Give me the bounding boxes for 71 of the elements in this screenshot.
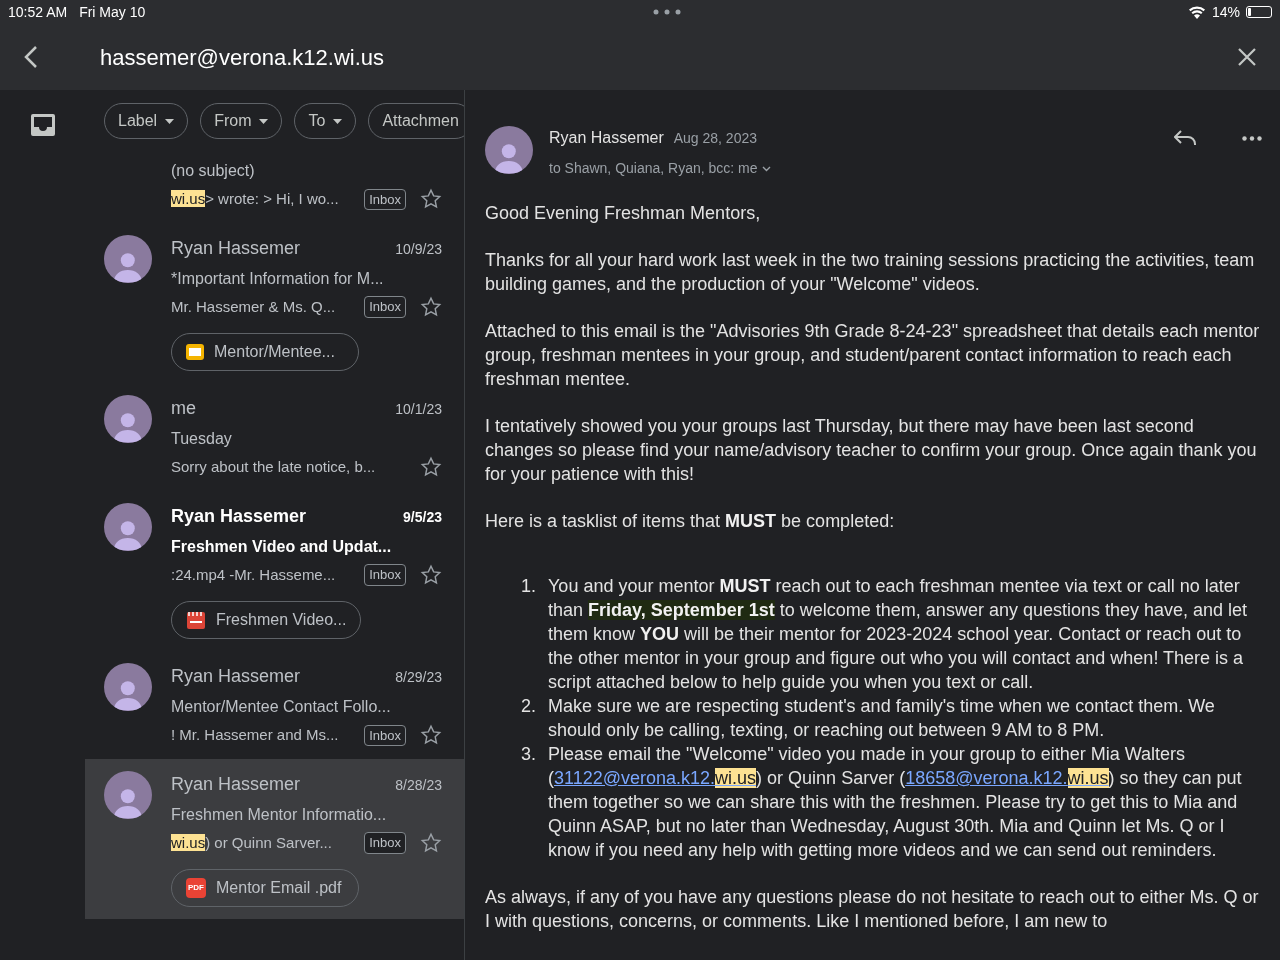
slides-icon [186, 343, 204, 361]
inbox-label: Inbox [364, 832, 406, 854]
message-subject: Mentor/Mentee Contact Follo... [171, 697, 392, 717]
star-icon[interactable] [420, 831, 442, 854]
sender-name: Ryan Hassemer [171, 665, 301, 688]
email-link[interactable]: 18658@verona.k12.wi.us [905, 768, 1109, 788]
message-subject: Freshmen Mentor Informatio... [171, 804, 388, 825]
email-paragraph: As always, if any of you have any questions please do not hesitate to reach out to either Ms. Q or I with questions, concerns, or comments. Like I mentioned before, I am new to [485, 886, 1260, 933]
email-paragraph: Thanks for all your hard work last week in the two training sessions practicing the activities, team building games, and the production of your "Welcome" videos. [485, 249, 1256, 296]
sender-name: Ryan Hassemer [171, 772, 301, 796]
message-subject: (no subject) [171, 161, 256, 181]
inbox-label: Inbox [364, 724, 406, 746]
star-icon[interactable] [420, 456, 442, 479]
email-sender: Ryan Hassemer [549, 128, 664, 148]
message-date: 10/9/23 [395, 239, 442, 259]
caret-icon [165, 118, 175, 124]
message-date: 8/29/23 [395, 668, 442, 687]
battery-percent: 14% [1211, 2, 1240, 22]
message-subject: *Important Information for M... [171, 268, 385, 289]
more-dots-icon [652, 9, 681, 15]
message-subject: Freshmen Video and Updat... [171, 536, 393, 557]
message-row[interactable]: Ryan Hassemer 10/9/23 *Important Information for M... Mr. Hassemer & Ms. Q... Inbox Mentor/Mentee... [85, 222, 464, 383]
close-icon[interactable] [1238, 48, 1256, 66]
inbox-label: Inbox [364, 564, 406, 586]
caret-icon [333, 118, 343, 124]
message-row[interactable]: me 10/1/23 Tuesday Sorry about the late notice, b... [85, 383, 464, 491]
list-number: 2. [521, 695, 536, 718]
star-icon[interactable] [420, 295, 442, 318]
star-icon[interactable] [420, 188, 442, 211]
message-snippet: ! Mr. Hassemer and Ms... [171, 725, 339, 745]
inbox-icon[interactable] [30, 114, 55, 136]
message-date: 10/1/23 [395, 400, 442, 419]
message-snippet: wi.us> wrote: > Hi, I wo... [171, 189, 339, 209]
sender-name: Ryan Hassemer [171, 236, 301, 260]
message-snippet: Sorry about the late notice, b... [171, 457, 376, 477]
list-number: 1. [521, 575, 536, 598]
message-date: 8/28/23 [395, 775, 442, 795]
message-snippet: Mr. Hassemer & Ms. Q... [171, 296, 336, 317]
email-paragraph: Attached to this email is the "Advisories 9th Grade 8-24-23" spreadsheet that details each mentor group, freshman mentees in your group, and student/parent contact information to reach each freshman mentee. [485, 320, 1261, 391]
recipients-dropdown[interactable]: to Shawn, Quiana, Ryan, bcc: me [549, 158, 1158, 179]
header-title: hassemer@verona.k12.wi.us [100, 43, 384, 72]
email-paragraph: I tentatively showed you your groups last Thursday, but there may have been last second changes so please find your name/advisory teacher to confirm your group. Once again thank you for your patience with this! [485, 415, 1258, 486]
clapperboard-icon [186, 610, 206, 630]
more-options-icon[interactable] [1242, 136, 1262, 141]
email-paragraph: Here is a tasklist of items that MUST be completed: [485, 510, 896, 533]
task-text: Make sure we are respecting student's and family's time when we contact them. We should only be calling, texting, or reaching out between 9 AM to 8 PM. [548, 695, 1216, 742]
message-subject: Tuesday [171, 429, 233, 449]
message-snippet: :24.mp4 -Mr. Hasseme... [171, 564, 336, 585]
pdf-icon: PDF [186, 878, 206, 898]
list-number: 3. [521, 743, 536, 766]
email-paragraph: Good Evening Freshman Mentors, [485, 202, 762, 225]
chevron-down-icon [761, 165, 771, 172]
inbox-label: Inbox [364, 188, 406, 210]
caret-icon [259, 118, 269, 124]
message-row[interactable]: (no subject) wi.us> wrote: > Hi, I wo... Inbox [85, 147, 464, 223]
status-time: 10:52 AM [8, 2, 68, 22]
sender-name: me [171, 397, 196, 420]
back-chevron-icon[interactable] [24, 45, 38, 69]
battery-icon [1246, 6, 1272, 18]
message-date: 9/5/23 [403, 507, 442, 527]
message-row[interactable]: Ryan Hassemer 8/29/23 Mentor/Mentee Contact Follo... ! Mr. Hassemer and Ms... Inbox [85, 651, 464, 759]
inbox-label: Inbox [364, 296, 406, 318]
wifi-icon [1187, 5, 1206, 19]
star-icon[interactable] [420, 563, 442, 586]
star-icon[interactable] [420, 724, 442, 747]
reply-icon[interactable] [1174, 130, 1196, 146]
sender-name: Ryan Hassemer [171, 504, 307, 528]
status-date: Fri May 10 [79, 2, 146, 22]
message-row[interactable]: Ryan Hassemer 9/5/23 Freshmen Video and Updat... :24.mp4 -Mr. Hasseme... Inbox Freshmen Video... [85, 490, 464, 651]
email-date: Aug 28, 2023 [673, 129, 757, 148]
task-text: You and your mentor MUST reach out to each freshman mentee via text or call no later than Friday, September 1st to welcome them, answer any questions they have, and let them know YOU will be their mentor for 2023-2024 school year. Contact or reach out to the other mentor in your group and figure out who you will contact and when! There is a script attached below to help guide you when you text or call. [548, 575, 1249, 694]
